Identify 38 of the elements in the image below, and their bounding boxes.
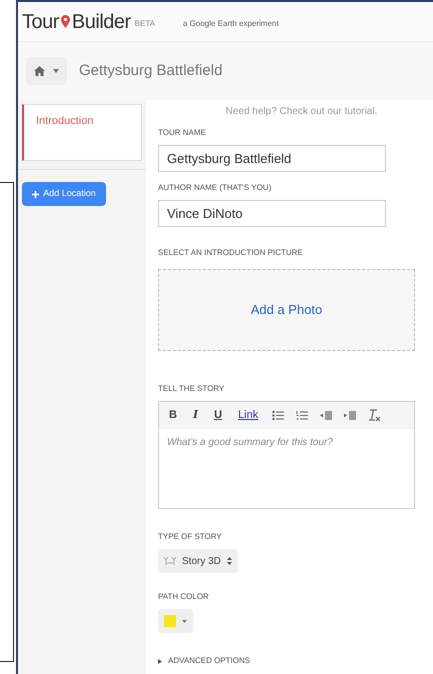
indent-icon[interactable] — [344, 410, 356, 421]
sidebar-item[interactable]: Introduction — [22, 104, 142, 161]
field-label: TYPE OF STORY — [158, 531, 223, 543]
field-label: TOUR NAME — [158, 127, 207, 139]
map-pin-icon — [60, 15, 70, 28]
link-button[interactable]: Link — [236, 407, 260, 424]
outdent-icon[interactable] — [320, 410, 332, 421]
add-location-button[interactable]: Add Location — [22, 182, 106, 206]
numbered-list-icon[interactable] — [296, 410, 308, 421]
caret-right-icon — [158, 658, 162, 664]
field-label: SELECT AN INTRODUCTION PICTURE — [158, 247, 304, 259]
path-color-picker[interactable] — [158, 609, 193, 633]
tour-title: Gettysburg Battlefield — [79, 60, 222, 81]
home-menu-button[interactable] — [26, 57, 67, 85]
home-icon — [34, 66, 45, 76]
logo-text: Builder — [72, 10, 131, 34]
field-label: TELL THE STORY — [158, 383, 226, 395]
clear-format-icon[interactable] — [368, 409, 382, 422]
beta-label: BETA — [134, 18, 155, 30]
plus-icon — [32, 190, 40, 198]
story-field[interactable]: What's a good summary for this tour? — [158, 429, 415, 509]
sort-icon — [226, 557, 232, 565]
underline-button[interactable]: U — [212, 407, 224, 424]
italic-button[interactable]: I — [190, 407, 200, 424]
caret-icon — [53, 69, 59, 73]
story-type-select[interactable]: Story 3D — [158, 549, 238, 573]
route-icon — [164, 557, 176, 565]
bullet-list-icon[interactable] — [272, 410, 284, 421]
caret-icon — [182, 620, 187, 622]
field-label: AUTHOR NAME (THAT'S YOU) — [158, 182, 272, 194]
logo-text: Tour — [22, 10, 59, 34]
bold-button[interactable]: B — [167, 407, 179, 424]
tagline: a Google Earth experiment — [182, 18, 279, 30]
tour-name-field[interactable]: Gettysburg Battlefield — [158, 145, 386, 172]
add-photo-dropzone[interactable]: Add a Photo — [158, 269, 415, 351]
field-label: PATH COLOR — [158, 591, 210, 603]
author-name-field[interactable]: Vince DiNoto — [158, 200, 386, 227]
advanced-options-toggle[interactable]: ADVANCED OPTIONS — [158, 655, 250, 667]
